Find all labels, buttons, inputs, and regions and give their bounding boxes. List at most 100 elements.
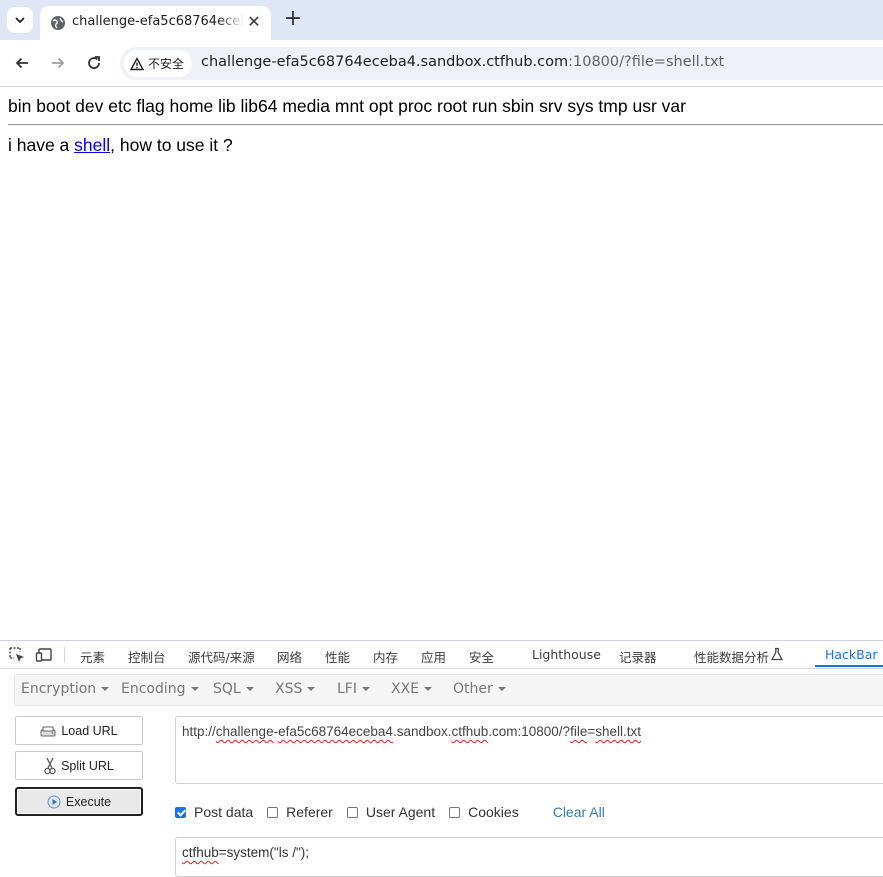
menu-encoding-label: Encoding xyxy=(121,681,186,697)
tab-search-button[interactable] xyxy=(7,7,33,33)
cookies-option[interactable]: Cookies xyxy=(449,804,519,820)
url-segment: .sandbox. xyxy=(392,724,452,739)
close-icon[interactable]: ✕ xyxy=(245,13,263,31)
url-segment: file xyxy=(570,724,588,739)
globe-icon xyxy=(51,16,65,30)
play-icon xyxy=(47,795,61,808)
menu-xss-label: XSS xyxy=(275,681,303,697)
url-segment: challenge xyxy=(215,724,274,739)
split-url-button[interactable]: Split URL xyxy=(15,751,143,780)
menu-other[interactable]: Other xyxy=(453,681,506,697)
message-suffix: , how to use it ? xyxy=(110,135,233,155)
device-toolbar-icon[interactable] xyxy=(35,646,53,664)
hackbar-post-input[interactable]: ctfhub=system("ls /"); xyxy=(175,837,883,877)
message-prefix: i have a xyxy=(8,135,75,155)
scissors-icon xyxy=(44,757,56,774)
security-chip-label: 不安全 xyxy=(148,57,185,71)
url-path: :10800/?file=shell.txt xyxy=(568,54,725,70)
referer-option[interactable]: Referer xyxy=(267,804,333,820)
caret-down-icon xyxy=(497,687,506,691)
url-segment: http:// xyxy=(182,724,216,739)
tab-title: challenge-efa5c68764eceba4.sandbox.ctfhu… xyxy=(72,14,244,29)
execute-button[interactable]: Execute xyxy=(15,787,143,816)
post-segment: ctfhub xyxy=(182,845,219,860)
back-button[interactable] xyxy=(11,52,33,74)
menu-lfi-label: LFI xyxy=(337,681,357,697)
reload-button[interactable] xyxy=(83,52,105,74)
caret-down-icon xyxy=(190,687,199,691)
divider xyxy=(8,124,883,126)
inspect-icon[interactable] xyxy=(8,646,26,664)
back-arrow-icon xyxy=(15,57,28,69)
menu-xxe-label: XXE xyxy=(391,681,420,697)
devtools-separator xyxy=(64,647,65,663)
chevron-down-icon xyxy=(15,17,25,24)
execute-label: Execute xyxy=(65,794,112,809)
cookies-checkbox[interactable] xyxy=(449,806,461,818)
url-host: challenge-efa5c68764eceba4.sandbox.ctfhu… xyxy=(201,54,569,70)
post-data-label: Post data xyxy=(194,804,254,820)
menu-encoding[interactable]: Encoding xyxy=(121,681,199,697)
menu-encryption[interactable]: Encryption xyxy=(21,681,110,697)
split-url-label: Split URL xyxy=(61,758,114,773)
page-message: i have a shell, how to use it ? xyxy=(8,135,233,156)
menu-other-label: Other xyxy=(453,681,493,697)
menu-xss[interactable]: XSS xyxy=(275,681,316,697)
page-content: bin boot dev etc flag home lib lib64 med… xyxy=(0,87,883,640)
load-url-button[interactable]: Load URL xyxy=(15,716,143,745)
cookies-label: Cookies xyxy=(468,804,519,820)
tab-application[interactable]: 应用 xyxy=(421,647,446,666)
menu-xxe[interactable]: XXE xyxy=(391,681,433,697)
tab-sources[interactable]: 源代码/来源 xyxy=(188,647,255,666)
url-text[interactable]: challenge-efa5c68764eceba4.sandbox.ctfhu… xyxy=(201,54,724,70)
url-segment: ctfhub xyxy=(451,724,489,739)
shell-link[interactable]: shell xyxy=(74,135,110,155)
tab-performance-insights[interactable]: 性能数据分析 xyxy=(694,647,769,666)
devtools-panel: 元素 控制台 源代码/来源 网络 性能 内存 应用 安全 Lighthouse … xyxy=(0,640,883,877)
url-segment: .com:10800/? xyxy=(488,724,571,739)
caret-down-icon xyxy=(245,687,254,691)
tab-elements[interactable]: 元素 xyxy=(80,647,105,666)
load-url-icon xyxy=(40,726,56,736)
menu-encryption-label: Encryption xyxy=(21,681,97,697)
post-data-checkbox[interactable] xyxy=(175,806,186,818)
post-data-option[interactable]: Post data xyxy=(175,804,253,820)
url-segment: efa5c68764eceba4 xyxy=(278,724,393,739)
user-agent-checkbox[interactable] xyxy=(346,806,358,818)
plus-icon[interactable]: + xyxy=(282,8,304,30)
address-bar[interactable]: 不安全 challenge-efa5c68764eceba4.sandbox.c… xyxy=(120,47,883,80)
url-segment: shell.txt xyxy=(595,724,642,739)
tab-strip: challenge-efa5c68764eceba4.sandbox.ctfhu… xyxy=(0,0,883,40)
load-url-label: Load URL xyxy=(61,723,118,738)
tab-hackbar[interactable]: HackBar xyxy=(825,647,878,662)
menu-sql[interactable]: SQL xyxy=(213,681,254,697)
tab-network[interactable]: 网络 xyxy=(277,647,302,666)
tab-console[interactable]: 控制台 xyxy=(128,647,166,666)
tab-performance[interactable]: 性能 xyxy=(325,647,350,666)
menu-sql-label: SQL xyxy=(213,681,241,697)
devtools-tab-bar: 元素 控制台 源代码/来源 网络 性能 内存 应用 安全 Lighthouse … xyxy=(0,641,883,669)
caret-down-icon xyxy=(424,687,433,691)
caret-down-icon xyxy=(361,687,370,691)
security-chip[interactable]: 不安全 xyxy=(124,50,193,77)
tab-lighthouse[interactable]: Lighthouse xyxy=(532,647,601,662)
clear-all-link[interactable]: Clear All xyxy=(553,804,605,820)
browser-toolbar: 不安全 challenge-efa5c68764eceba4.sandbox.c… xyxy=(0,40,883,87)
forward-arrow-icon xyxy=(52,57,65,69)
forward-button[interactable] xyxy=(47,52,69,74)
flask-icon xyxy=(770,647,784,661)
referer-checkbox[interactable] xyxy=(267,806,279,818)
tab-security[interactable]: 安全 xyxy=(469,647,494,666)
menu-lfi[interactable]: LFI xyxy=(337,681,370,697)
warning-icon xyxy=(130,56,144,70)
hackbar-url-input[interactable]: http://challenge-efa5c68764eceba4.sandbo… xyxy=(175,716,883,784)
user-agent-option[interactable]: User Agent xyxy=(346,804,436,820)
hackbar-menu: Encryption Encoding SQL XSS LFI XXE Othe… xyxy=(14,674,883,706)
post-segment: =system("ls /"); xyxy=(218,845,309,860)
browser-tab[interactable]: challenge-efa5c68764eceba4.sandbox.ctfhu… xyxy=(40,6,271,40)
hackbar-options: Post data Referer User Agent Cookies Cle… xyxy=(175,803,605,821)
referer-label: Referer xyxy=(286,804,333,820)
tab-recorder[interactable]: 记录器 xyxy=(619,647,657,666)
user-agent-label: User Agent xyxy=(365,804,436,820)
tab-memory[interactable]: 内存 xyxy=(373,647,398,666)
